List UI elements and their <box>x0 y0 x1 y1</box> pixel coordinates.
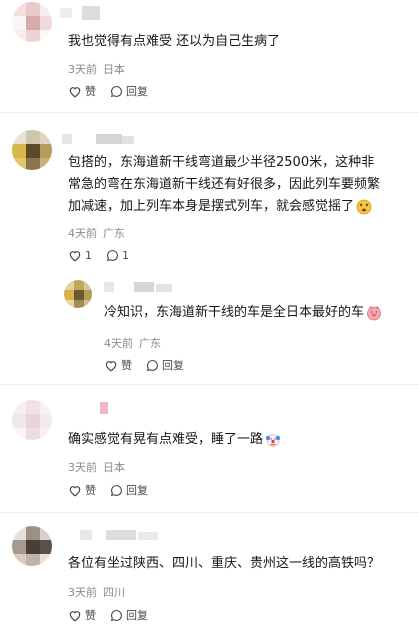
like-button[interactable]: 赞 <box>68 482 96 498</box>
comment-time: 4天前 <box>68 227 97 240</box>
speech-bubble-icon <box>110 484 122 496</box>
heart-outline-icon <box>105 360 117 371</box>
heart-outline-icon <box>69 251 81 262</box>
comment-actions: 1 1 <box>68 249 143 262</box>
comment-time: 3天前 <box>68 586 97 599</box>
like-button[interactable]: 1 <box>68 249 92 262</box>
comment-location: 日本 <box>103 63 125 76</box>
heart-outline-icon <box>69 86 81 97</box>
comment-time: 3天前 <box>68 63 97 76</box>
divider <box>0 512 419 513</box>
like-button[interactable]: 赞 <box>104 357 132 373</box>
dizzy-face-emoji-icon <box>356 199 372 215</box>
comment-time: 4天前 <box>104 337 133 350</box>
like-button[interactable]: 赞 <box>68 83 96 99</box>
reply-button[interactable]: 回复 <box>146 357 184 373</box>
comment-actions: 赞 回复 <box>68 607 162 623</box>
comment-actions: 赞 回复 <box>104 357 198 373</box>
pig-face-emoji-icon <box>367 305 381 321</box>
reply-button[interactable]: 回复 <box>110 83 148 99</box>
comment-location: 广东 <box>139 337 161 350</box>
comment-text: 我也觉得有点难受 还以为自己生病了 <box>68 34 281 49</box>
reply-button[interactable]: 1 <box>106 249 129 262</box>
speech-bubble-icon <box>110 85 122 97</box>
avatar[interactable] <box>64 280 92 308</box>
comment-time: 3天前 <box>68 461 97 474</box>
reply-count: 1 <box>122 249 129 262</box>
divider <box>0 384 419 385</box>
reply-button[interactable]: 回复 <box>110 482 148 498</box>
comment-text: 各位有坐过陕西、四川、重庆、贵州这一线的高铁吗？ <box>68 556 381 571</box>
heart-outline-icon <box>69 610 81 621</box>
comment-meta: 4天前 广东 <box>68 225 131 241</box>
comment-meta: 3天前 日本 <box>68 459 131 475</box>
comment-location: 日本 <box>103 461 125 474</box>
comment-text: 确实感觉有晃有点难受，睡了一路 <box>68 429 281 451</box>
comment-meta: 4天前 广东 <box>104 335 167 351</box>
comment-text: 冷知识，东海道新干线的车是全日本最好的车 <box>104 302 382 324</box>
comment-location: 广东 <box>103 227 125 240</box>
divider <box>0 112 419 113</box>
speech-bubble-icon <box>146 359 158 371</box>
like-button[interactable]: 赞 <box>68 607 96 623</box>
reply-button[interactable]: 回复 <box>110 607 148 623</box>
comment-meta: 3天前 日本 <box>68 61 131 77</box>
comment-location: 四川 <box>103 586 125 599</box>
comment-actions: 赞 回复 <box>68 482 162 498</box>
like-count: 1 <box>85 249 92 262</box>
avatar[interactable] <box>12 526 52 566</box>
speech-bubble-icon <box>110 609 122 621</box>
clown-face-emoji-icon <box>265 434 281 447</box>
heart-outline-icon <box>69 485 81 496</box>
avatar[interactable] <box>12 2 52 42</box>
avatar[interactable] <box>12 130 52 170</box>
comment-text: 包搭的，东海道新干线弯道最少半径2500米，这种非 常急的弯在东海道新干线还有好… <box>68 155 381 215</box>
speech-bubble-icon <box>106 250 118 262</box>
comment-meta: 3天前 四川 <box>68 584 131 600</box>
avatar[interactable] <box>12 400 52 440</box>
comment-actions: 赞 回复 <box>68 83 162 99</box>
